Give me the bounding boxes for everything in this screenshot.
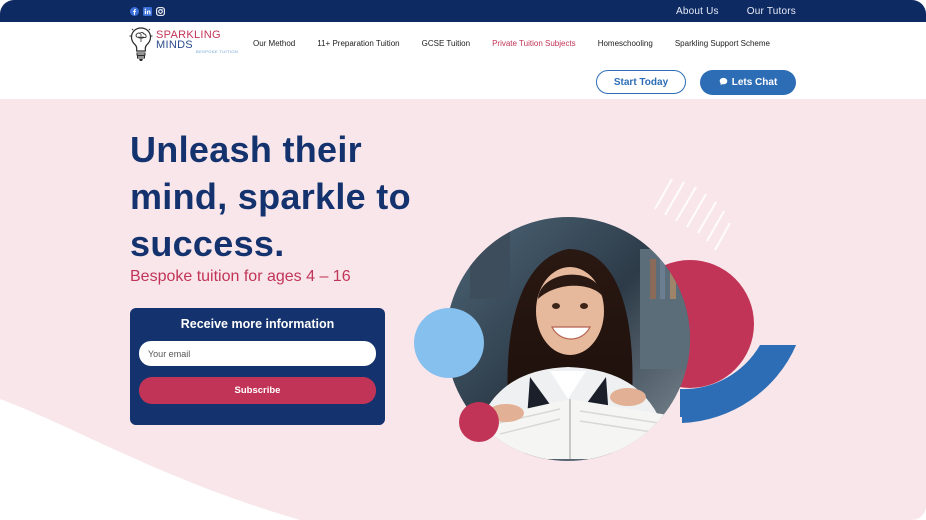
nav-private-tuition-subjects[interactable]: Private Tuition Subjects xyxy=(492,39,576,48)
chat-bubble-icon xyxy=(719,77,728,89)
top-bar: About Us Our Tutors xyxy=(0,0,926,22)
linkedin-icon[interactable] xyxy=(143,3,152,16)
nav-our-method[interactable]: Our Method xyxy=(253,39,295,48)
social-links xyxy=(130,3,165,16)
lightbulb-brain-icon xyxy=(129,27,153,61)
lets-chat-label: Lets Chat xyxy=(731,77,778,88)
subscribe-button[interactable]: Subscribe xyxy=(139,377,376,404)
newsletter-form: Receive more information Subscribe xyxy=(130,308,385,425)
hero-section: Unleash their mind, sparkle to success. … xyxy=(0,99,926,520)
our-tutors-link[interactable]: Our Tutors xyxy=(747,6,796,17)
logo[interactable]: SPARKLING MINDS BESPOKE TUITION xyxy=(129,26,238,62)
light-blue-circle-shape xyxy=(414,308,484,378)
logo-tagline: BESPOKE TUITION xyxy=(196,49,239,54)
facebook-icon[interactable] xyxy=(130,3,139,16)
nav-homeschooling[interactable]: Homeschooling xyxy=(598,39,653,48)
nav-sparkling-support-scheme[interactable]: Sparkling Support Scheme xyxy=(675,39,770,48)
email-input[interactable] xyxy=(139,341,376,366)
lets-chat-button[interactable]: Lets Chat xyxy=(700,70,796,95)
small-crimson-circle-shape xyxy=(459,402,499,442)
page-frame: About Us Our Tutors SPARKLING MINDS BESP… xyxy=(0,0,926,520)
start-today-button[interactable]: Start Today xyxy=(596,70,686,94)
instagram-icon[interactable] xyxy=(156,3,165,16)
site-header: SPARKLING MINDS BESPOKE TUITION Our Meth… xyxy=(0,22,926,99)
about-us-link[interactable]: About Us xyxy=(676,6,719,17)
hero-subtitle: Bespoke tuition for ages 4 – 16 xyxy=(130,268,351,285)
hero-title: Unleash their mind, sparkle to success. xyxy=(130,129,411,264)
stripes-decoration xyxy=(654,178,731,251)
nav-11-plus-preparation[interactable]: 11+ Preparation Tuition xyxy=(317,39,399,48)
main-nav: Our Method 11+ Preparation Tuition GCSE … xyxy=(253,39,770,48)
nav-gcse-tuition[interactable]: GCSE Tuition xyxy=(422,39,470,48)
form-title: Receive more information xyxy=(180,317,335,331)
top-nav: About Us Our Tutors xyxy=(676,0,796,22)
logo-wordmark: SPARKLING MINDS BESPOKE TUITION xyxy=(156,30,239,55)
